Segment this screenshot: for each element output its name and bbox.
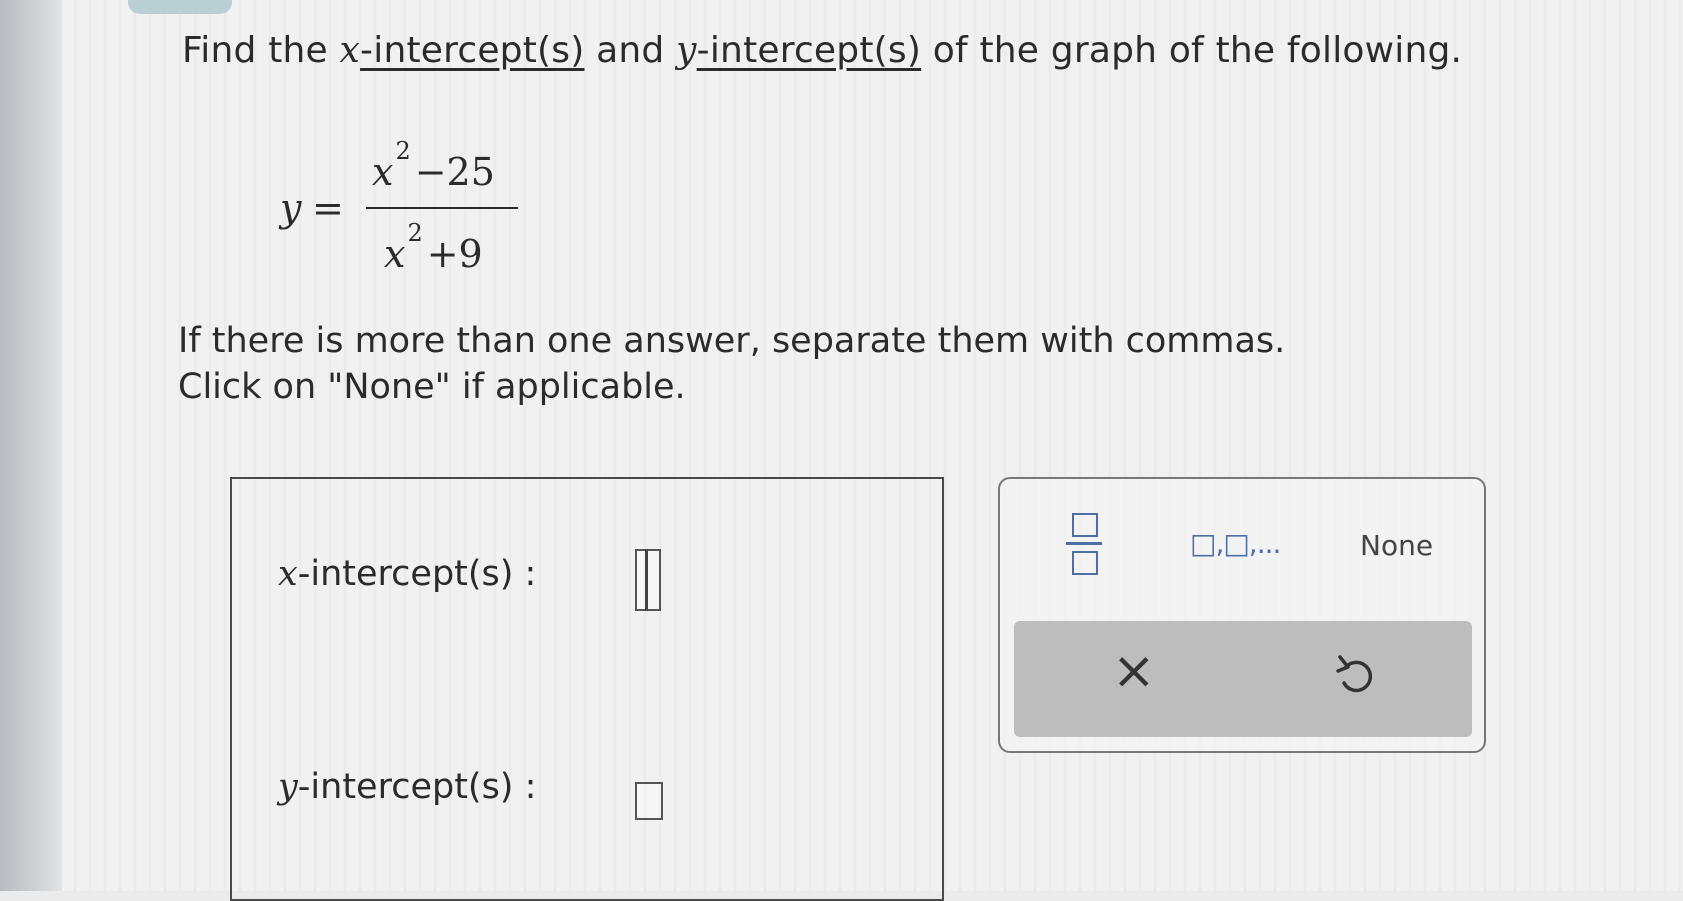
text-cursor: [645, 549, 648, 611]
numerator-exponent: 2: [395, 137, 411, 165]
denominator-exponent: 2: [407, 219, 423, 247]
y-variable: y: [676, 30, 697, 71]
instructions: If there is more than one answer, separa…: [178, 318, 1285, 410]
fraction-denominator-box: [1072, 551, 1098, 575]
list-template-button[interactable]: □,□,...: [1190, 527, 1281, 560]
denominator-rest: +9: [426, 232, 483, 276]
clear-button[interactable]: ×: [1112, 641, 1156, 701]
x-intercept-link[interactable]: -intercept(s): [360, 30, 584, 71]
y-intercept-label: y-intercept(s) :: [278, 767, 536, 807]
question-part3: of the graph of the following.: [921, 30, 1463, 71]
instructions-line2: Click on "None" if applicable.: [178, 367, 686, 407]
fraction-line: [1066, 542, 1102, 545]
top-tab: [128, 0, 232, 14]
fraction-bar: [366, 207, 518, 209]
numerator-base: x: [372, 150, 394, 194]
question-part2: and: [584, 30, 677, 71]
undo-button[interactable]: [1334, 649, 1378, 701]
undo-icon: [1336, 655, 1373, 693]
answer-box: x-intercept(s) : y-intercept(s) :: [230, 477, 944, 901]
x-variable: x: [339, 30, 361, 71]
instructions-line1: If there is more than one answer, separa…: [178, 321, 1286, 361]
equation: y = x2 −25 x2 +9: [280, 137, 520, 280]
equation-denominator: x2 +9: [384, 219, 483, 276]
x-intercept-input[interactable]: [635, 549, 661, 611]
y-label-variable: y: [278, 767, 298, 807]
x-label-text: -intercept(s) :: [297, 554, 537, 594]
action-bar: ×: [1014, 621, 1472, 737]
equation-lhs: y: [280, 186, 302, 230]
equation-numerator: x2 −25: [372, 137, 495, 194]
fraction-template-button[interactable]: [1066, 511, 1102, 579]
denominator-base: x: [384, 232, 406, 276]
y-intercept-input[interactable]: [635, 782, 663, 820]
none-button[interactable]: None: [1360, 529, 1433, 562]
math-keypad: □,□,... None ×: [998, 477, 1486, 753]
fraction-numerator-box: [1072, 513, 1098, 537]
screen-left-edge: [0, 0, 62, 891]
close-icon: ×: [1112, 641, 1156, 701]
question-text: Find the x-intercept(s) and y-intercept(…: [182, 30, 1462, 71]
x-intercept-label: x-intercept(s) :: [278, 554, 536, 594]
y-intercept-link[interactable]: -intercept(s): [697, 30, 921, 71]
x-label-variable: x: [278, 554, 298, 594]
equation-equals: =: [312, 186, 344, 230]
y-label-text: -intercept(s) :: [297, 767, 537, 807]
numerator-rest: −25: [414, 150, 495, 194]
question-part1: Find the: [182, 30, 340, 71]
